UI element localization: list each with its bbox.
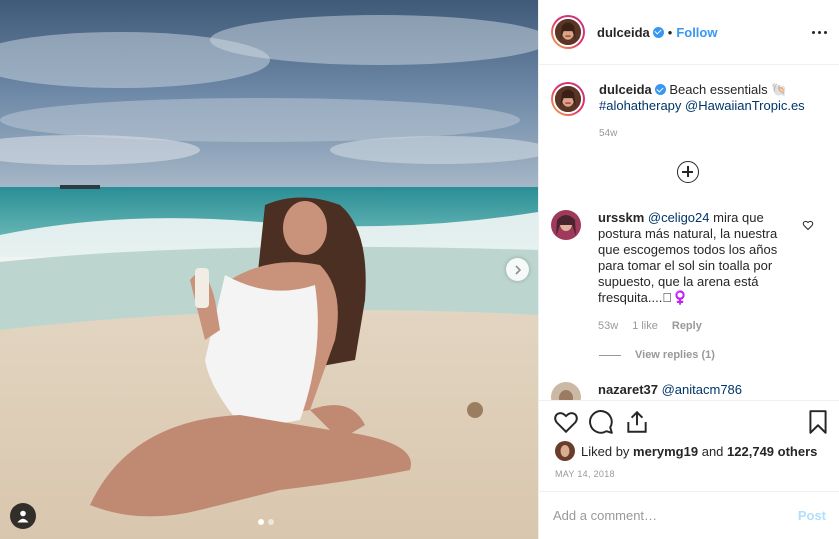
- liked-by-prefix: Liked by: [581, 443, 630, 459]
- bookmark-icon[interactable]: [805, 409, 831, 435]
- commenter-avatar[interactable]: [551, 210, 581, 240]
- chevron-right-icon: [514, 264, 521, 275]
- comment-username[interactable]: nazaret37: [598, 382, 658, 397]
- comment-mention[interactable]: @celigo24: [648, 210, 710, 225]
- caption-avatar[interactable]: [551, 82, 585, 116]
- caption-age[interactable]: 54w: [599, 126, 829, 142]
- liked-by-connector: and: [701, 443, 724, 459]
- comment-item: nazaret37 @anitacm786: [551, 382, 798, 400]
- load-more-comments-icon[interactable]: [677, 161, 699, 183]
- post-photo[interactable]: [0, 0, 538, 539]
- add-comment-bar: Post: [539, 491, 839, 539]
- liked-by-avatar[interactable]: [555, 441, 575, 461]
- liked-by-row: Liked by merymg19 and 122,749 others: [555, 441, 817, 461]
- comment-age[interactable]: 53w: [598, 318, 618, 334]
- carousel-next-button[interactable]: [506, 258, 529, 281]
- view-replies-button[interactable]: View replies (1): [599, 349, 715, 361]
- follow-button[interactable]: Follow: [676, 25, 717, 40]
- avatar-image: [555, 86, 581, 112]
- caption-username[interactable]: dulceida: [599, 82, 652, 97]
- comment-input[interactable]: [553, 508, 798, 523]
- caption-mention[interactable]: @HawaiianTropic.es: [685, 98, 805, 113]
- carousel-dot: [268, 519, 274, 525]
- tagged-user-icon[interactable]: [10, 503, 36, 529]
- verified-badge-icon: [654, 84, 666, 95]
- post-header: dulceida • Follow: [539, 0, 839, 65]
- commenter-avatar[interactable]: [551, 382, 581, 400]
- comment-mention[interactable]: @anitacm786: [662, 382, 742, 397]
- caption-text: Beach essentials 🐚: [669, 82, 788, 97]
- comment-item: ursskm @celigo24 mira que postura más na…: [551, 210, 798, 334]
- post-side-panel: dulceida • Follow dulceida Beach essenti…: [538, 0, 839, 539]
- comment-bubble-icon[interactable]: [588, 409, 614, 435]
- share-icon[interactable]: [624, 409, 650, 435]
- header-separator: •: [667, 24, 673, 40]
- post-comment-button[interactable]: Post: [798, 508, 826, 523]
- comment-username[interactable]: ursskm: [598, 210, 644, 225]
- comment-likes[interactable]: 1 like: [632, 318, 658, 334]
- post-date[interactable]: MAY 14, 2018: [555, 469, 615, 479]
- liked-by-others[interactable]: 122,749 others: [727, 444, 817, 459]
- carousel-dot-active: [258, 519, 264, 525]
- carousel-indicator: [258, 519, 274, 525]
- verified-badge-icon: [652, 26, 664, 38]
- like-comment-heart-icon[interactable]: [802, 219, 814, 231]
- post-caption: dulceida Beach essentials 🐚 #alohatherap…: [551, 82, 829, 142]
- more-options-icon[interactable]: [810, 23, 828, 41]
- like-heart-icon[interactable]: [553, 409, 579, 435]
- beach-photo-image: [0, 0, 538, 539]
- comments-list[interactable]: dulceida Beach essentials 🐚 #alohatherap…: [539, 66, 839, 400]
- author-avatar[interactable]: [551, 15, 585, 49]
- liked-by-user[interactable]: merymg19: [633, 444, 698, 459]
- avatar-image: [555, 19, 581, 45]
- author-username[interactable]: dulceida: [597, 25, 650, 40]
- reply-button[interactable]: Reply: [672, 318, 702, 334]
- person-icon: [17, 510, 29, 523]
- caption-hashtag[interactable]: #alohatherapy: [599, 98, 681, 113]
- post-actions: Liked by merymg19 and 122,749 others MAY…: [539, 400, 839, 500]
